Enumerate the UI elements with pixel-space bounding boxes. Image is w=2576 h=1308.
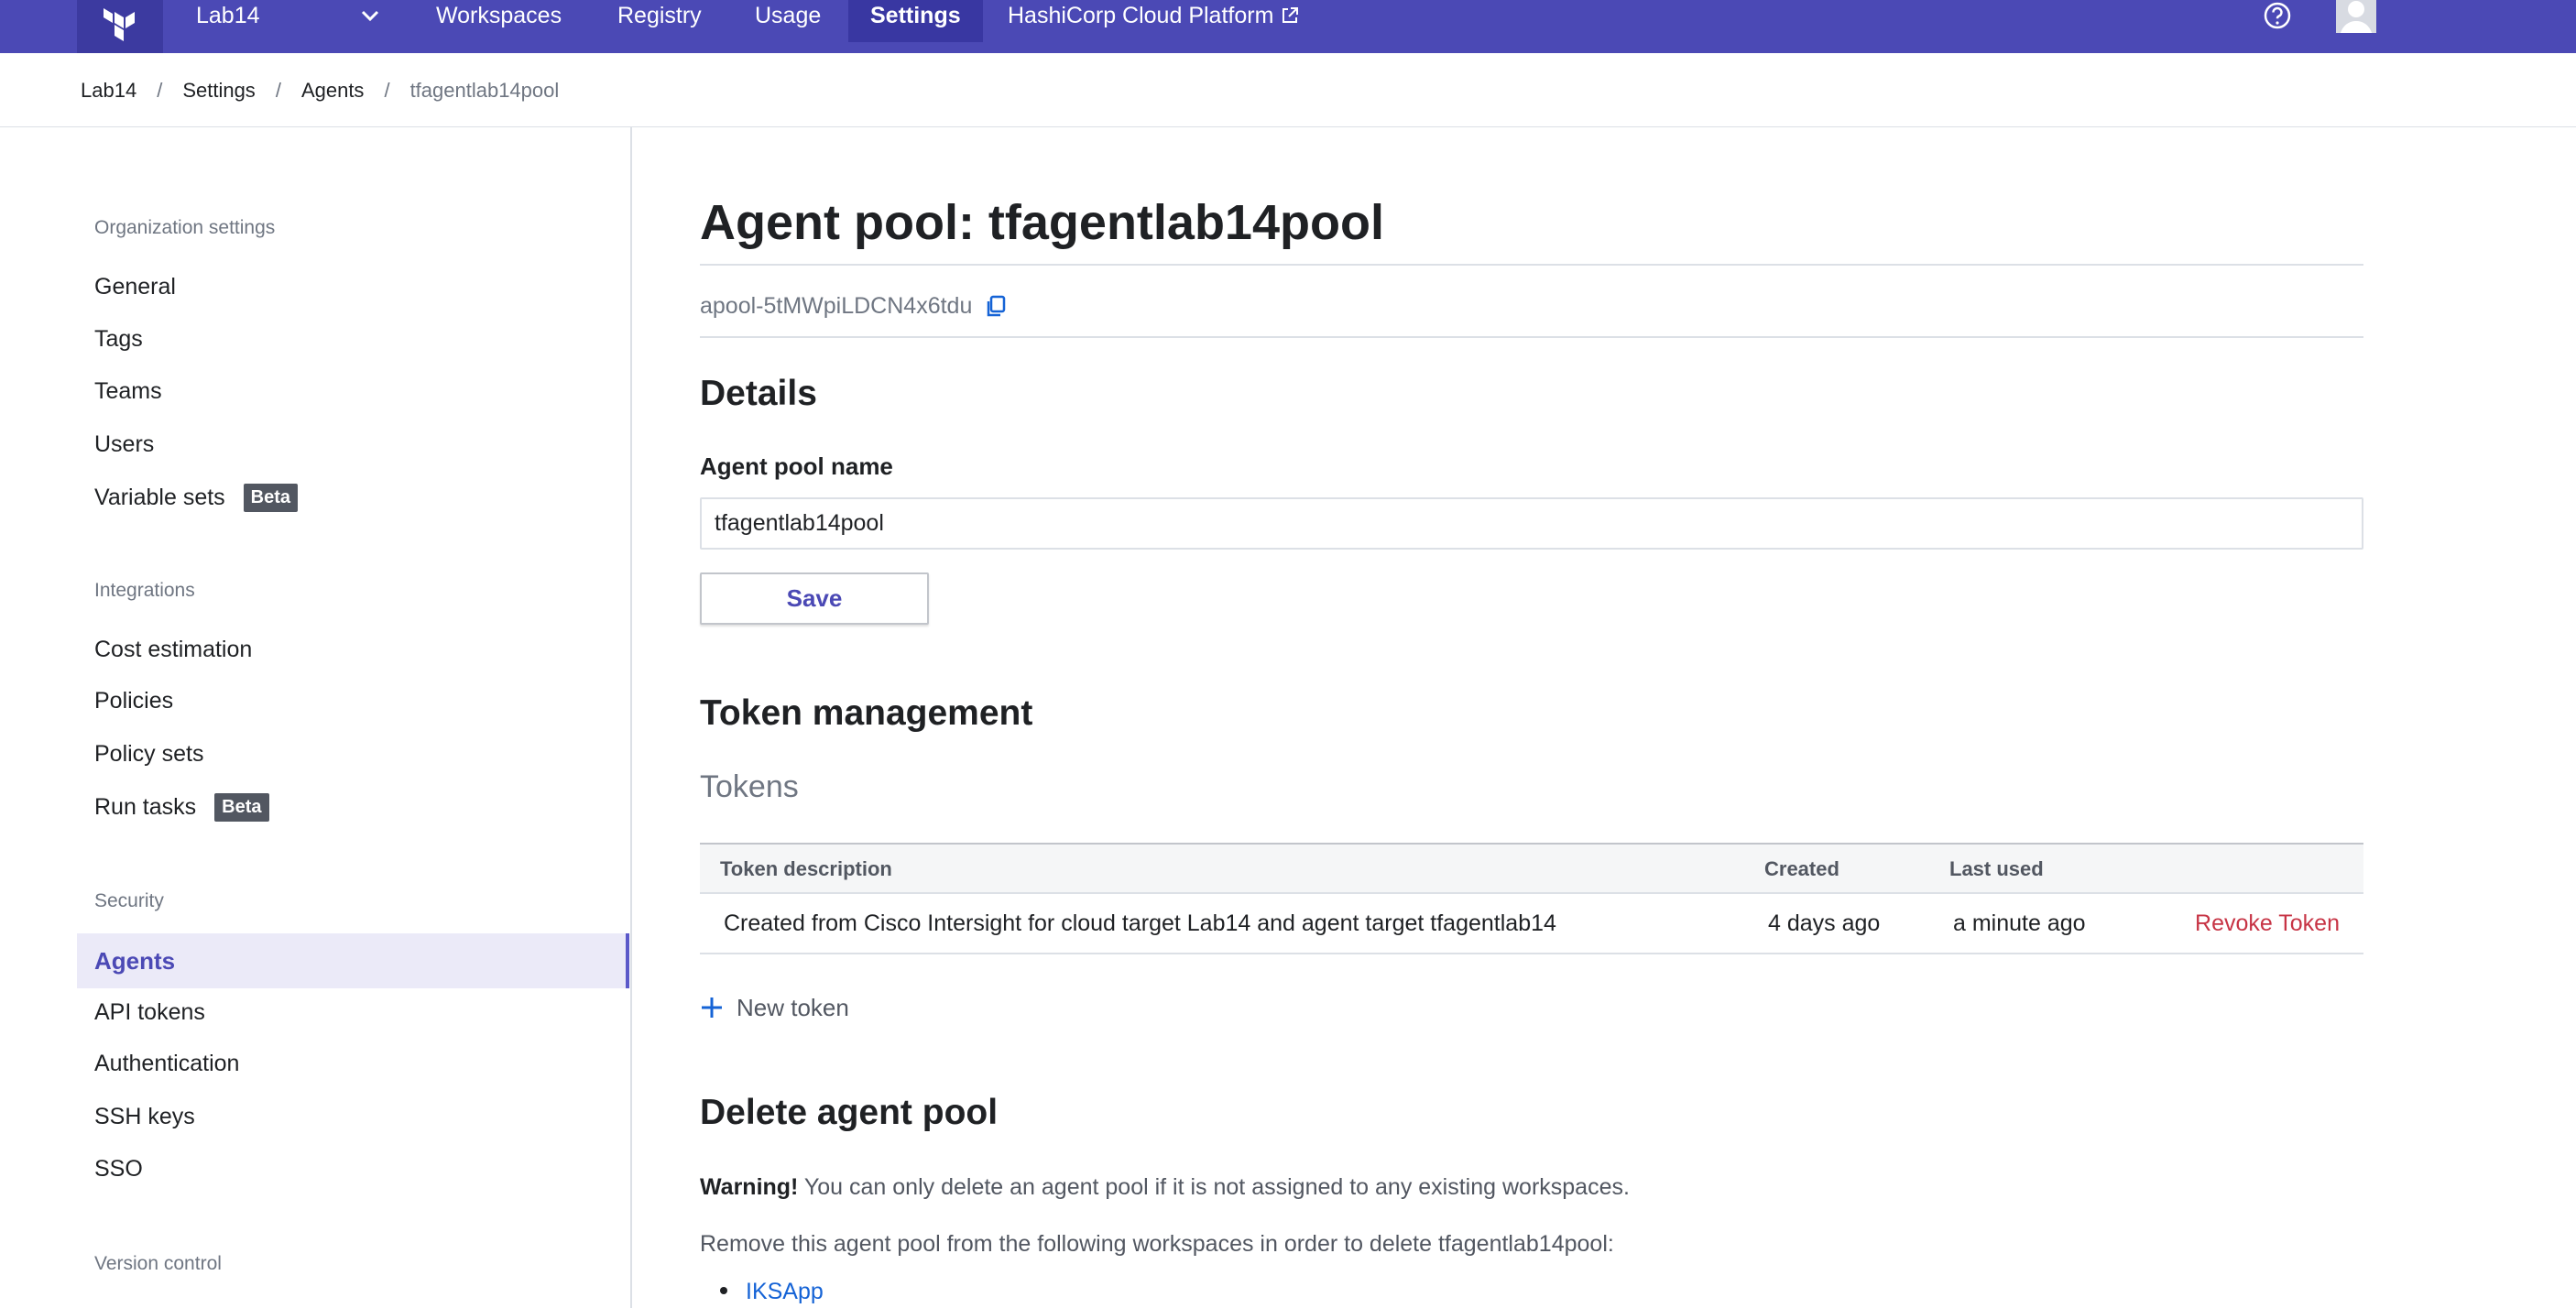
top-nav: Lab14 Workspaces Registry Usage Settings… xyxy=(0,0,2576,53)
sidebar-item-run-tasks[interactable]: Run tasks Beta xyxy=(94,789,269,825)
tokens-table: Token description Created Last used Crea… xyxy=(700,843,2363,954)
sidebar-item-cost-estimation[interactable]: Cost estimation xyxy=(94,631,252,668)
sidebar-item-tags[interactable]: Tags xyxy=(94,321,143,357)
workspace-link-iksapp[interactable]: IKSApp xyxy=(746,1279,824,1304)
breadcrumb-settings[interactable]: Settings xyxy=(182,79,256,103)
terraform-logo-icon[interactable] xyxy=(77,0,163,53)
new-token-label: New token xyxy=(737,993,849,1021)
delete-warning: Warning! You can only delete an agent po… xyxy=(700,1174,1630,1201)
beta-badge: Beta xyxy=(243,484,299,512)
sidebar-item-sso[interactable]: SSO xyxy=(94,1150,143,1187)
save-button[interactable]: Save xyxy=(700,572,929,625)
sidebar-item-label: Variable sets xyxy=(94,485,225,510)
chevron-down-icon[interactable] xyxy=(359,7,381,24)
table-header: Token description Created Last used xyxy=(700,843,2363,894)
sidebar-heading-integrations: Integrations xyxy=(94,580,195,601)
sidebar-item-label: Agents xyxy=(94,947,176,975)
tokens-subheading: Tokens xyxy=(700,769,799,804)
page-title: Agent pool: tfagentlab14pool xyxy=(700,195,1384,250)
user-avatar[interactable] xyxy=(2336,0,2376,33)
sidebar-item-api-tokens[interactable]: API tokens xyxy=(94,994,205,1030)
breadcrumb-separator: / xyxy=(157,79,163,102)
breadcrumb-org[interactable]: Lab14 xyxy=(81,79,136,103)
sidebar-item-label: Run tasks xyxy=(94,794,197,820)
breadcrumb-separator: / xyxy=(384,79,390,102)
org-switcher[interactable]: Lab14 xyxy=(196,0,260,31)
sidebar-item-authentication[interactable]: Authentication xyxy=(94,1045,239,1082)
agent-pool-id: apool-5tMWpiLDCN4x6tdu xyxy=(700,293,1009,320)
details-heading: Details xyxy=(700,374,817,413)
hcp-link-label: HashiCorp Cloud Platform xyxy=(1008,3,1274,28)
header-divider xyxy=(0,126,2576,127)
sidebar-heading-security: Security xyxy=(94,890,164,911)
beta-badge: Beta xyxy=(214,793,269,822)
sidebar-heading-organization: Organization settings xyxy=(94,217,276,238)
warning-label: Warning! xyxy=(700,1174,799,1200)
list-bullet xyxy=(720,1287,727,1294)
agent-pool-name-input[interactable] xyxy=(700,497,2363,550)
token-last-used: a minute ago xyxy=(1953,910,2086,936)
breadcrumb: Lab14 / Settings / Agents / tfagentlab14… xyxy=(81,77,559,104)
breadcrumb-agents[interactable]: Agents xyxy=(301,79,365,103)
sidebar-item-policy-sets[interactable]: Policy sets xyxy=(94,736,203,772)
new-token-button[interactable]: New token xyxy=(700,991,849,1024)
nav-usage[interactable]: Usage xyxy=(755,0,821,31)
remove-instructions: Remove this agent pool from the followin… xyxy=(700,1231,1614,1257)
column-header-last-used: Last used xyxy=(1949,857,2044,880)
token-created: 4 days ago xyxy=(1768,910,1881,936)
agent-pool-id-text: apool-5tMWpiLDCN4x6tdu xyxy=(700,293,973,319)
sidebar-item-teams[interactable]: Teams xyxy=(94,373,162,409)
table-row: Created from Cisco Intersight for cloud … xyxy=(700,894,2363,954)
help-icon[interactable] xyxy=(2261,0,2294,33)
external-link-icon xyxy=(1283,7,1299,23)
revoke-token-button[interactable]: Revoke Token xyxy=(2195,894,2340,953)
sidebar-item-general[interactable]: General xyxy=(94,268,176,305)
sidebar-item-ssh-keys[interactable]: SSH keys xyxy=(94,1098,195,1135)
agent-pool-name-label: Agent pool name xyxy=(700,452,893,480)
plus-icon xyxy=(702,997,722,1018)
sidebar-item-agents[interactable]: Agents xyxy=(77,933,629,988)
token-management-heading: Token management xyxy=(700,693,1033,733)
breadcrumb-current: tfagentlab14pool xyxy=(409,79,560,102)
nav-workspaces[interactable]: Workspaces xyxy=(436,0,562,31)
nav-settings[interactable]: Settings xyxy=(848,0,983,42)
warning-text: You can only delete an agent pool if it … xyxy=(798,1174,1630,1200)
sidebar-item-users[interactable]: Users xyxy=(94,426,154,463)
sidebar-divider xyxy=(630,127,632,1308)
token-description: Created from Cisco Intersight for cloud … xyxy=(724,910,1556,936)
column-header-description: Token description xyxy=(720,857,892,880)
sidebar-item-variable-sets[interactable]: Variable sets Beta xyxy=(94,479,299,516)
sidebar-item-policies[interactable]: Policies xyxy=(94,682,173,719)
breadcrumb-separator: / xyxy=(275,79,281,102)
id-divider xyxy=(700,336,2363,338)
nav-registry[interactable]: Registry xyxy=(617,0,702,31)
workspace-list: IKSApp xyxy=(720,1279,824,1305)
copy-icon[interactable] xyxy=(983,294,1009,320)
title-divider xyxy=(700,264,2363,266)
column-header-created: Created xyxy=(1764,857,1839,880)
nav-hcp-link[interactable]: HashiCorp Cloud Platform xyxy=(1008,0,1299,31)
sidebar-heading-version-control: Version control xyxy=(94,1253,222,1274)
delete-agent-pool-heading: Delete agent pool xyxy=(700,1093,999,1132)
